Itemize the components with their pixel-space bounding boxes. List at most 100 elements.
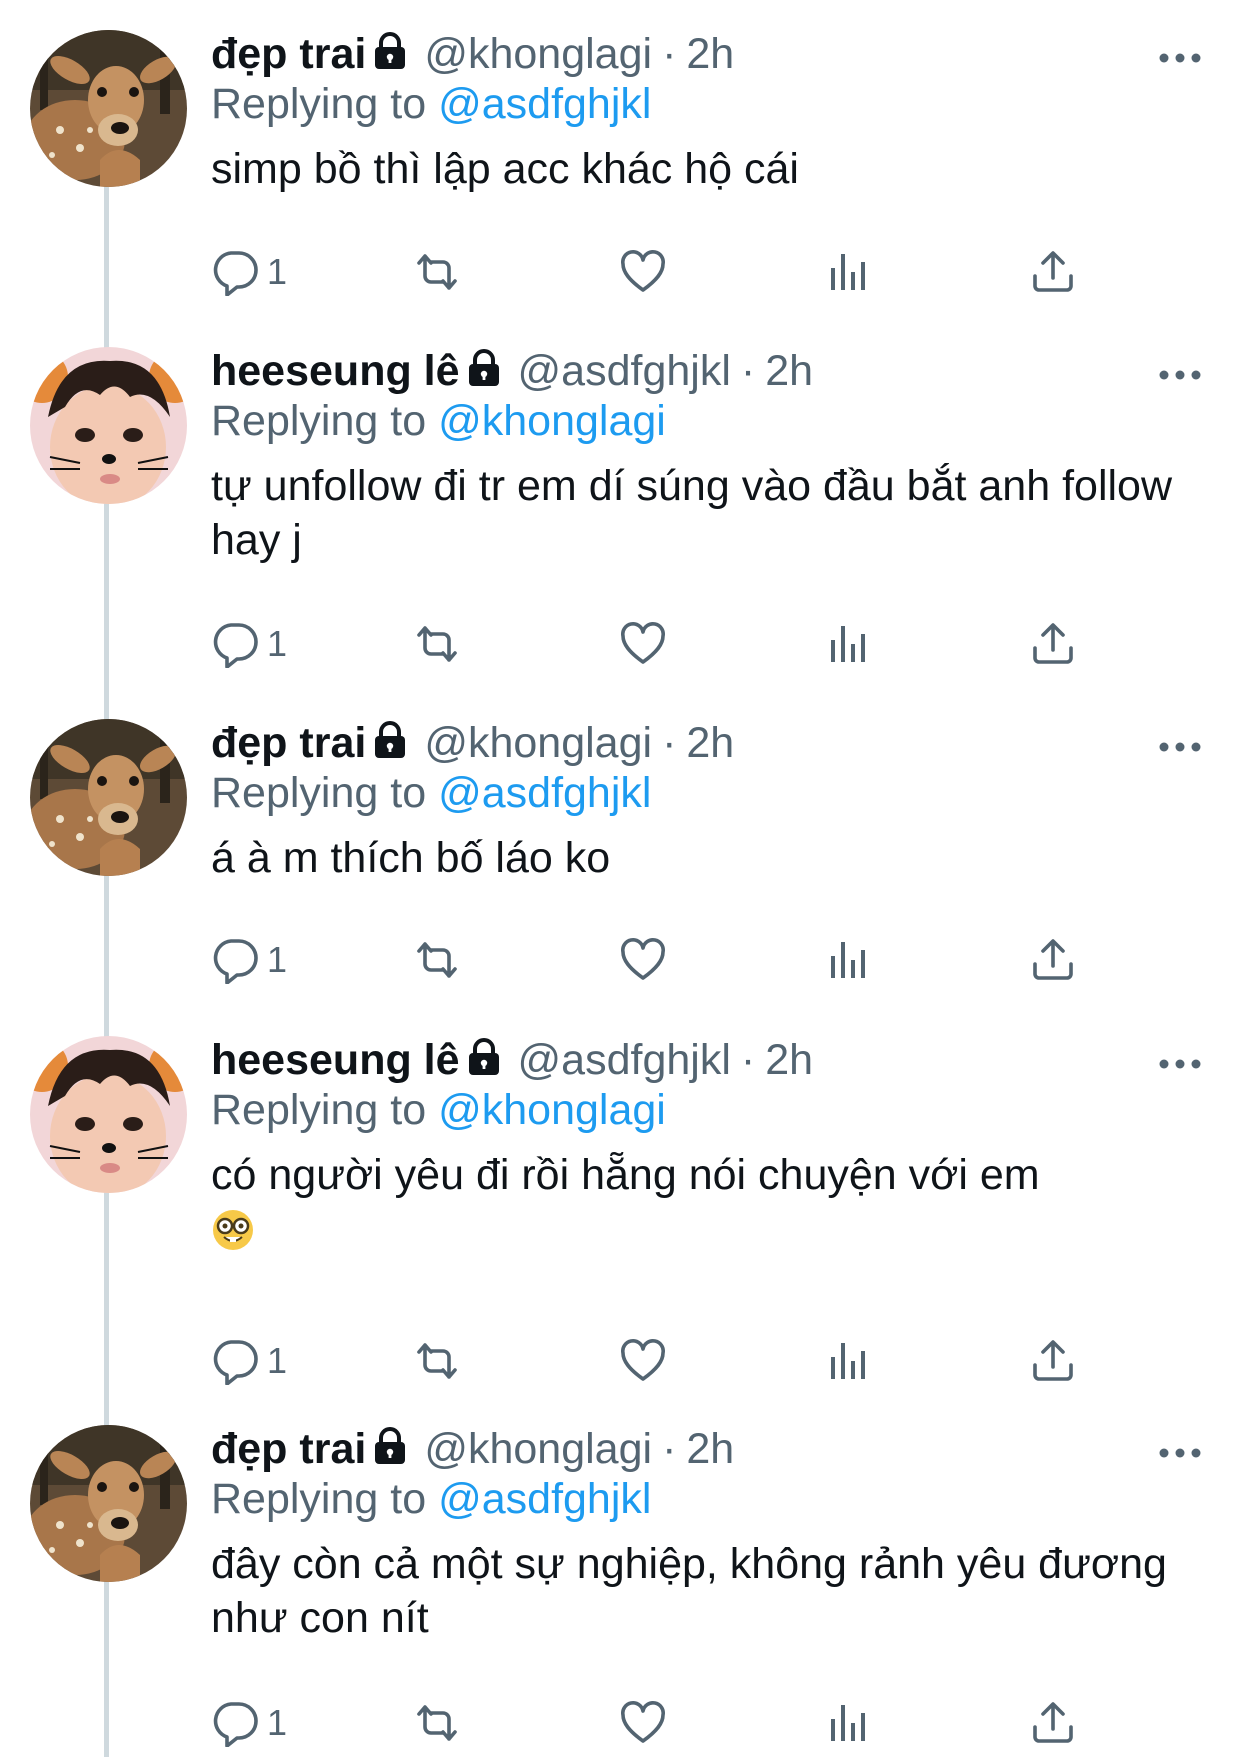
views-icon bbox=[825, 620, 873, 668]
views-icon bbox=[825, 936, 873, 984]
deer-avatar-image bbox=[30, 1425, 187, 1582]
like-button[interactable] bbox=[619, 244, 667, 300]
timestamp[interactable]: 2h bbox=[686, 719, 734, 767]
avatar[interactable] bbox=[30, 1425, 187, 1582]
replying-to: Replying to @asdfghjkl bbox=[211, 78, 1242, 130]
timestamp[interactable]: 2h bbox=[765, 347, 813, 395]
deer-avatar-image bbox=[30, 30, 187, 187]
more-options-icon[interactable] bbox=[1158, 367, 1202, 383]
share-button[interactable] bbox=[1029, 244, 1077, 300]
reply-icon bbox=[211, 248, 259, 296]
display-name[interactable]: heeseung lê bbox=[211, 1036, 460, 1084]
like-button[interactable] bbox=[619, 1695, 667, 1751]
tweet-header: đẹp trai @khonglagi · 2h bbox=[211, 715, 1242, 771]
tweet-header: heeseung lê @asdfghjkl · 2h bbox=[211, 343, 1242, 399]
user-handle[interactable]: @khonglagi bbox=[424, 719, 652, 767]
retweet-button[interactable] bbox=[413, 616, 461, 672]
views-button[interactable] bbox=[825, 1333, 873, 1389]
mention-link[interactable]: @asdfghjkl bbox=[438, 1475, 651, 1523]
retweet-icon bbox=[413, 1699, 461, 1747]
tweet-content: đẹp trai @khonglagi · 2h Replying to @asdfg… bbox=[211, 715, 1242, 885]
retweet-icon bbox=[413, 936, 461, 984]
retweet-button[interactable] bbox=[413, 244, 461, 300]
views-button[interactable] bbox=[825, 616, 873, 672]
tweet-content: đẹp trai @khonglagi · 2h Replying to @asdfg… bbox=[211, 26, 1242, 196]
replying-prefix: Replying to bbox=[211, 1086, 427, 1134]
views-button[interactable] bbox=[825, 1695, 873, 1751]
share-button[interactable] bbox=[1029, 932, 1077, 988]
replying-to: Replying to @asdfghjkl bbox=[211, 767, 1242, 819]
action-bar: 1 bbox=[211, 616, 1111, 672]
tweet-text: đây còn cả một sự nghiệp, không rảnh yêu… bbox=[211, 1540, 1167, 1642]
lock-icon bbox=[372, 1426, 408, 1466]
reply-count: 1 bbox=[267, 939, 288, 980]
display-name[interactable]: đẹp trai bbox=[211, 719, 366, 767]
reply-button[interactable]: 1 bbox=[211, 244, 287, 300]
views-icon bbox=[825, 1337, 873, 1385]
views-icon bbox=[825, 248, 873, 296]
tweet[interactable]: đẹp trai @khonglagi · 2h Replying to @asdfg… bbox=[0, 689, 1242, 1006]
heart-icon bbox=[619, 620, 667, 668]
mention-link[interactable]: @asdfghjkl bbox=[438, 80, 651, 128]
reply-button[interactable]: 1 bbox=[211, 1333, 287, 1389]
heart-icon bbox=[619, 1699, 667, 1747]
like-button[interactable] bbox=[619, 1333, 667, 1389]
tweet[interactable]: heeseung lê @asdfghjkl · 2h Replying to @kh… bbox=[0, 1006, 1242, 1395]
more-options-icon[interactable] bbox=[1158, 739, 1202, 755]
more-options-icon[interactable] bbox=[1158, 1445, 1202, 1461]
views-button[interactable] bbox=[825, 244, 873, 300]
replying-prefix: Replying to bbox=[211, 1475, 427, 1523]
tweet-text: có người yêu đi rồi hẵng nói chuyện với … bbox=[211, 1151, 1040, 1199]
share-button[interactable] bbox=[1029, 1695, 1077, 1751]
share-button[interactable] bbox=[1029, 1333, 1077, 1389]
user-handle[interactable]: @khonglagi bbox=[424, 1425, 652, 1473]
share-button[interactable] bbox=[1029, 616, 1077, 672]
user-handle[interactable]: @asdfghjkl bbox=[518, 1036, 731, 1084]
display-name[interactable]: đẹp trai bbox=[211, 30, 366, 78]
display-name[interactable]: đẹp trai bbox=[211, 1425, 366, 1473]
replying-to: Replying to @khonglagi bbox=[211, 395, 1242, 447]
retweet-button[interactable] bbox=[413, 932, 461, 988]
mention-link[interactable]: @khonglagi bbox=[438, 1086, 666, 1134]
tweet-text: simp bồ thì lập acc khác hộ cái bbox=[211, 145, 799, 193]
tweet[interactable]: heeseung lê @asdfghjkl · 2h Replying to @kh… bbox=[0, 317, 1242, 689]
timestamp[interactable]: 2h bbox=[686, 1425, 734, 1473]
separator: · bbox=[662, 1425, 677, 1473]
lock-icon bbox=[372, 31, 408, 71]
tweet[interactable]: đẹp trai @khonglagi · 2h Replying to @asdfg… bbox=[0, 1395, 1242, 1757]
separator: · bbox=[662, 30, 677, 78]
avatar[interactable] bbox=[30, 719, 187, 876]
timestamp[interactable]: 2h bbox=[765, 1036, 813, 1084]
tweet-content: đẹp trai @khonglagi · 2h Replying to @asdfg… bbox=[211, 1421, 1242, 1645]
avatar[interactable] bbox=[30, 1036, 187, 1193]
heart-icon bbox=[619, 936, 667, 984]
more-options-icon[interactable] bbox=[1158, 1056, 1202, 1072]
user-handle[interactable]: @asdfghjkl bbox=[518, 347, 731, 395]
display-name[interactable]: heeseung lê bbox=[211, 347, 460, 395]
avatar[interactable] bbox=[30, 30, 187, 187]
lock-icon bbox=[372, 720, 408, 760]
mention-link[interactable]: @asdfghjkl bbox=[438, 769, 651, 817]
tweet[interactable]: đẹp trai @khonglagi · 2h Replying to @asdfg… bbox=[0, 0, 1242, 317]
like-button[interactable] bbox=[619, 932, 667, 988]
like-button[interactable] bbox=[619, 616, 667, 672]
retweet-button[interactable] bbox=[413, 1333, 461, 1389]
action-bar: 1 bbox=[211, 932, 1111, 988]
more-options-icon[interactable] bbox=[1158, 50, 1202, 66]
lock-icon bbox=[466, 1037, 502, 1077]
lock-icon bbox=[466, 348, 502, 388]
tweet-text: á à m thích bố láo ko bbox=[211, 834, 611, 882]
reply-icon bbox=[211, 620, 259, 668]
reply-button[interactable]: 1 bbox=[211, 1695, 287, 1751]
mention-link[interactable]: @khonglagi bbox=[438, 397, 666, 445]
reply-button[interactable]: 1 bbox=[211, 616, 287, 672]
views-icon bbox=[825, 1699, 873, 1747]
views-button[interactable] bbox=[825, 932, 873, 988]
user-handle[interactable]: @khonglagi bbox=[424, 30, 652, 78]
avatar[interactable] bbox=[30, 347, 187, 504]
retweet-icon bbox=[413, 620, 461, 668]
timestamp[interactable]: 2h bbox=[686, 30, 734, 78]
reply-button[interactable]: 1 bbox=[211, 932, 287, 988]
retweet-icon bbox=[413, 1337, 461, 1385]
retweet-button[interactable] bbox=[413, 1695, 461, 1751]
